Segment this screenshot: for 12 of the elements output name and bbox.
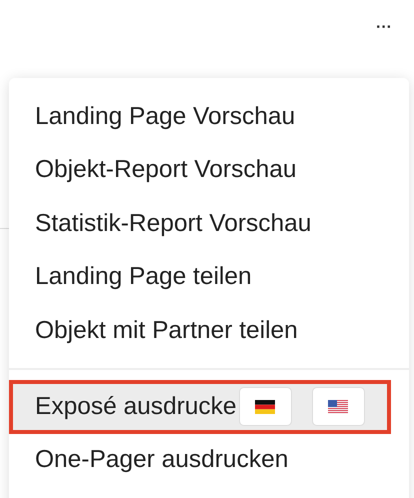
menu-item[interactable]: Landing Page teilen xyxy=(9,250,409,304)
menu-item[interactable]: Statistik-Report Vorschau xyxy=(9,197,409,250)
flag-button[interactable] xyxy=(312,387,365,426)
menu-item[interactable]: Objekt mit Partner teilen xyxy=(9,304,409,358)
us-flag-icon xyxy=(328,400,348,414)
menu-item[interactable]: Exposé ausdrucke xyxy=(9,380,391,434)
more-button[interactable]: ··· xyxy=(374,20,394,36)
menu-item[interactable]: Objekt-Report Vorschau xyxy=(9,144,409,197)
menu-item[interactable]: One-Pager ausdrucken xyxy=(9,434,409,487)
flag-button[interactable] xyxy=(238,387,292,426)
menu-item[interactable]: Landing Page Vorschau xyxy=(9,90,409,144)
german-flag-icon xyxy=(255,400,276,414)
